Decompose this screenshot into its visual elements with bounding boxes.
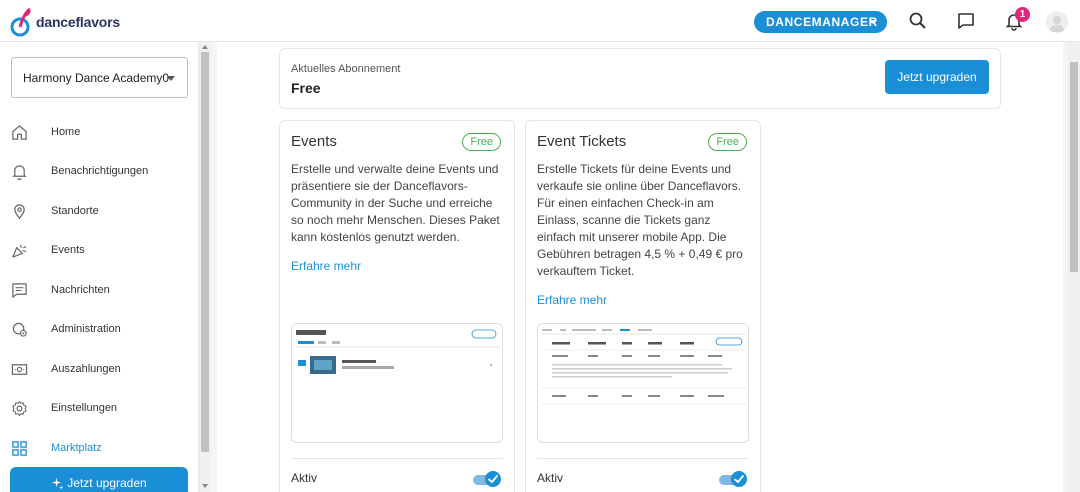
learn-more-link[interactable]: Erfahre mehr — [537, 293, 607, 307]
sidebar-item-home[interactable]: Home — [0, 114, 199, 150]
price-badge: Free — [708, 133, 747, 151]
grid-icon — [12, 440, 27, 456]
package-preview-image — [291, 323, 503, 443]
active-label: Aktiv — [537, 471, 564, 485]
sidebar-item-label: Administration — [51, 323, 121, 335]
package-card-events: Events Free Erstelle und verwalte deine … — [279, 120, 515, 492]
active-toggle[interactable] — [473, 471, 501, 487]
main-scrollbar[interactable] — [1068, 42, 1080, 492]
sidebar-item-label: Nachrichten — [51, 284, 110, 296]
studio-select-value: Harmony Dance Academy0 — [23, 70, 170, 85]
logo[interactable]: danceflavors — [10, 6, 120, 38]
sidebar-item-administration[interactable]: Administration — [0, 311, 199, 347]
sidebar-item-settings[interactable]: Einstellungen — [0, 390, 199, 426]
package-title: Event Tickets — [537, 133, 627, 150]
sidebar-item-messages[interactable]: Nachrichten — [0, 272, 199, 308]
sidebar-item-payouts[interactable]: Auszahlungen — [0, 351, 199, 387]
sidebar-item-label: Auszahlungen — [51, 363, 121, 375]
payout-icon — [11, 363, 28, 375]
divider — [537, 458, 749, 459]
logo-icon — [10, 7, 31, 37]
package-card-event-tickets: Event Tickets Free Erstelle Tickets für … — [525, 120, 761, 492]
active-label: Aktiv — [291, 471, 318, 485]
avatar[interactable] — [1046, 11, 1068, 33]
learn-more-link[interactable]: Erfahre mehr — [291, 259, 361, 273]
upgrade-button[interactable]: Jetzt upgraden — [885, 60, 989, 94]
home-icon — [12, 124, 27, 140]
bell-icon — [12, 164, 27, 180]
location-icon — [14, 203, 25, 219]
search-icon[interactable] — [908, 11, 928, 31]
price-badge: Free — [462, 133, 501, 151]
package-preview-image — [537, 323, 749, 443]
scroll-up-icon[interactable] — [202, 45, 208, 49]
package-title: Events — [291, 133, 337, 150]
sparkle-icon — [52, 477, 64, 490]
party-icon — [12, 244, 27, 258]
scroll-down-icon[interactable] — [202, 484, 208, 488]
main-scroll-thumb[interactable] — [1070, 62, 1078, 272]
sidebar-item-marketplace[interactable]: Marktplatz — [0, 430, 199, 466]
sidebar-item-label: Events — [51, 244, 85, 256]
divider — [291, 458, 503, 459]
package-description: Erstelle Tickets für deine Events und ve… — [537, 162, 743, 278]
chevron-down-icon — [167, 76, 175, 81]
sidebar-scroll-thumb[interactable] — [201, 52, 209, 452]
admin-icon — [12, 322, 27, 337]
app-header: danceflavors DANCEMANAGER 1 — [0, 0, 1080, 42]
toggle-knob — [731, 471, 747, 487]
sidebar-scrollbar[interactable] — [199, 42, 211, 492]
chat-icon[interactable] — [956, 11, 976, 31]
message-icon — [12, 282, 27, 298]
sidebar-upgrade-button[interactable]: Jetzt upgraden — [10, 467, 188, 492]
sidebar-item-label: Benachrichtigungen — [51, 165, 149, 177]
sidebar-item-locations[interactable]: Standorte — [0, 193, 199, 229]
sidebar-upgrade-label: Jetzt upgraden — [67, 476, 147, 490]
sidebar-item-notifications[interactable]: Benachrichtigungen — [0, 153, 199, 189]
logo-text: danceflavors — [36, 14, 120, 30]
subscription-label: Aktuelles Abonnement — [291, 63, 401, 75]
toggle-knob — [485, 471, 501, 487]
package-description: Erstelle und verwalte deine Events und p… — [291, 162, 500, 244]
active-toggle[interactable] — [719, 471, 747, 487]
subscription-card: Aktuelles Abonnement Free Jetzt upgraden — [279, 48, 1001, 109]
sidebar-item-label: Marktplatz — [51, 442, 102, 454]
check-icon — [734, 475, 744, 483]
studio-select[interactable]: Harmony Dance Academy0 — [11, 57, 188, 98]
user-icon — [1049, 16, 1065, 32]
notification-badge: 1 — [1015, 7, 1030, 22]
role-switch-button[interactable]: DANCEMANAGER — [754, 11, 887, 33]
settings-icon — [12, 400, 27, 416]
sidebar-item-label: Home — [51, 126, 81, 138]
role-switch-label: DANCEMANAGER — [766, 15, 878, 29]
sidebar-item-label: Standorte — [51, 205, 99, 217]
sidebar-item-label: Einstellungen — [51, 402, 118, 414]
sidebar: Harmony Dance Academy0 Home Benachrichti… — [0, 42, 199, 492]
sidebar-item-events[interactable]: Events — [0, 232, 199, 268]
chevron-down-icon — [869, 20, 877, 24]
check-icon — [488, 475, 498, 483]
subscription-value: Free — [291, 80, 321, 96]
